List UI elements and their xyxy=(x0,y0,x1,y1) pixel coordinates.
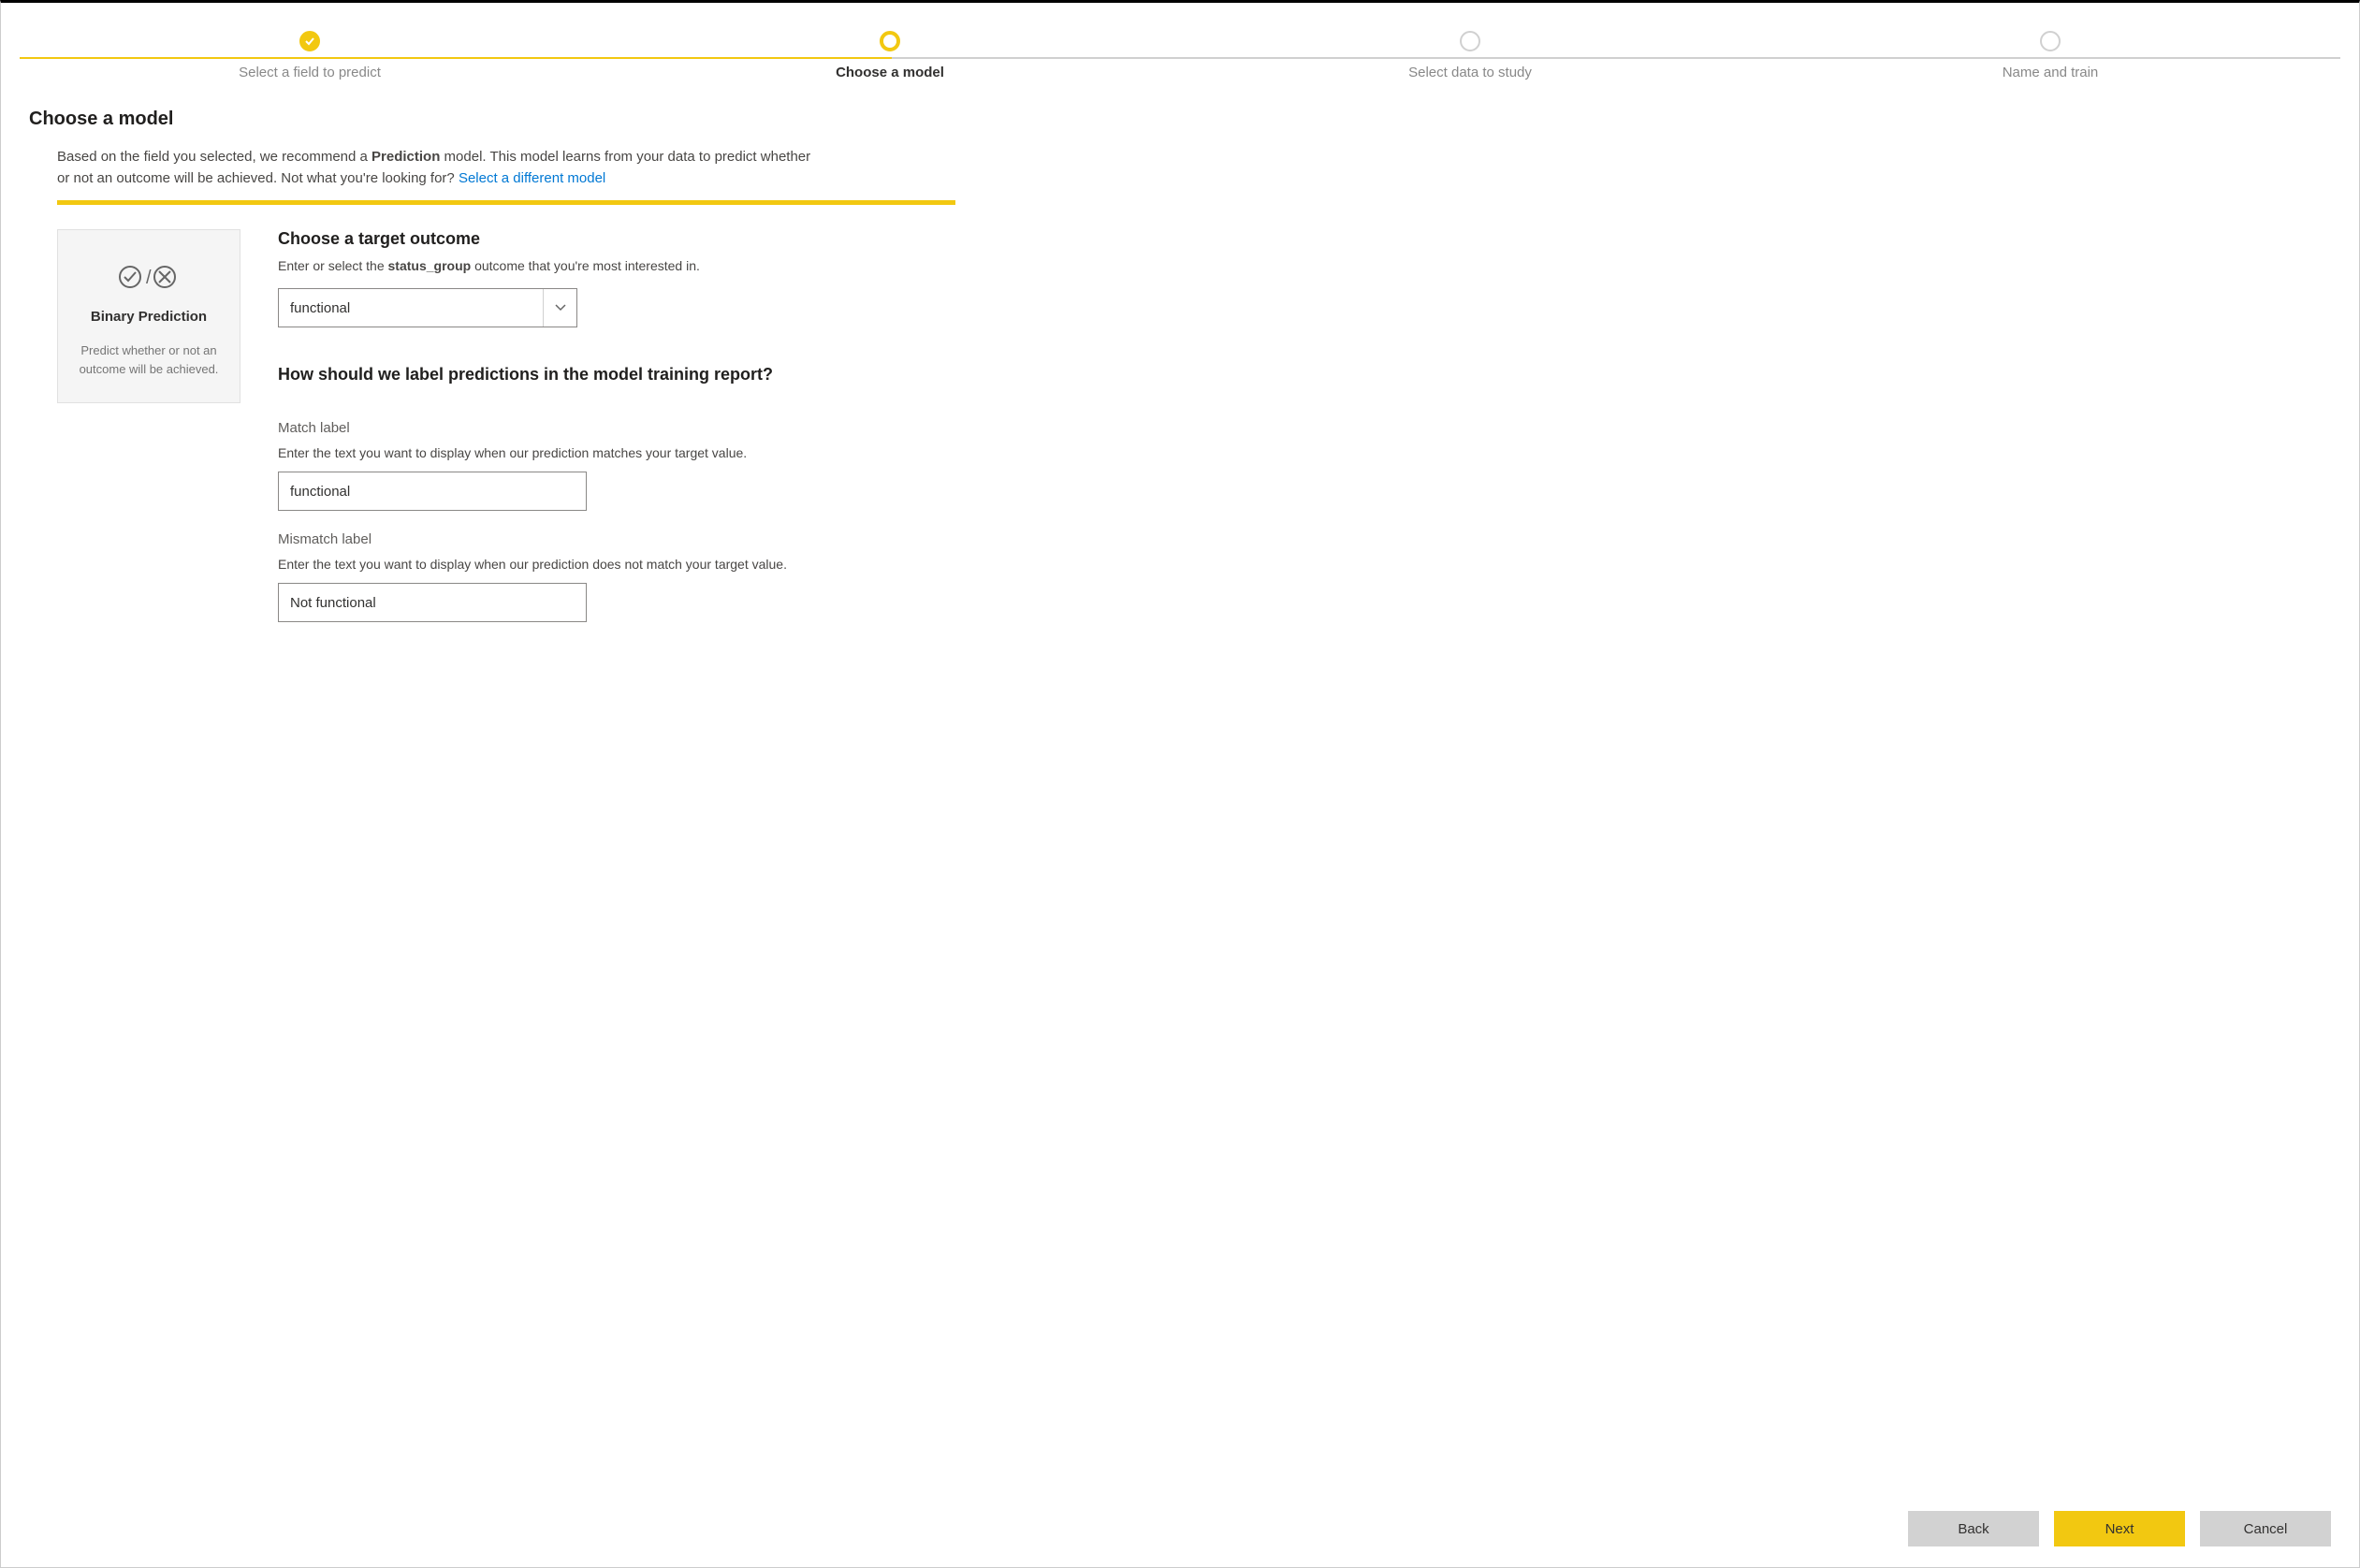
step-3[interactable]: Select data to study xyxy=(1180,31,1760,80)
accent-bar xyxy=(57,200,955,205)
checkmark-icon xyxy=(304,36,315,47)
step-circle-upcoming xyxy=(2040,31,2061,51)
stepper: Select a field to predict Choose a model… xyxy=(1,3,2359,90)
cancel-button[interactable]: Cancel xyxy=(2200,1511,2331,1546)
target-sub-prefix: Enter or select the xyxy=(278,258,388,273)
back-button[interactable]: Back xyxy=(1908,1511,2039,1546)
svg-text:/: / xyxy=(146,268,152,288)
binary-prediction-icon: / xyxy=(71,258,226,296)
match-label-input[interactable] xyxy=(278,472,587,511)
desc-bold: Prediction xyxy=(371,149,440,165)
target-outcome-heading: Choose a target outcome xyxy=(278,229,933,249)
main-grid: / Binary Prediction Predict whether or n… xyxy=(57,229,2331,622)
model-card-binary-prediction[interactable]: / Binary Prediction Predict whether or n… xyxy=(57,229,240,403)
match-label-title: Match label xyxy=(278,420,933,436)
mismatch-label-input[interactable] xyxy=(278,583,587,622)
page-title: Choose a model xyxy=(29,109,2331,130)
target-sub-suffix: outcome that you're most interested in. xyxy=(471,258,700,273)
model-card-description: Predict whether or not an outcome will b… xyxy=(71,341,226,378)
wizard-dialog: Select a field to predict Choose a model… xyxy=(0,0,2360,1568)
label-predictions-heading: How should we label predictions in the m… xyxy=(278,365,933,385)
form-section: Choose a target outcome Enter or select … xyxy=(278,229,933,622)
content-area: Choose a model Based on the field you se… xyxy=(1,90,2359,1494)
model-card-title: Binary Prediction xyxy=(71,309,226,325)
step-circle-upcoming xyxy=(1460,31,1480,51)
chevron-down-icon xyxy=(543,289,576,327)
footer-buttons: Back Next Cancel xyxy=(1,1494,2359,1567)
step-2[interactable]: Choose a model xyxy=(600,31,1180,80)
step-label: Select data to study xyxy=(1408,65,1532,80)
mismatch-label-help: Enter the text you want to display when … xyxy=(278,557,933,572)
desc-prefix: Based on the field you selected, we reco… xyxy=(57,149,371,165)
step-1[interactable]: Select a field to predict xyxy=(20,31,600,80)
next-button[interactable]: Next xyxy=(2054,1511,2185,1546)
step-label: Name and train xyxy=(2003,65,2099,80)
match-label-help: Enter the text you want to display when … xyxy=(278,445,933,460)
step-circle-current xyxy=(880,31,900,51)
target-sub-bold: status_group xyxy=(388,258,472,273)
page-description: Based on the field you selected, we reco… xyxy=(57,147,824,189)
mismatch-label-title: Mismatch label xyxy=(278,531,933,547)
select-different-model-link[interactable]: Select a different model xyxy=(459,170,605,186)
step-circle-completed xyxy=(299,31,320,51)
dropdown-value: functional xyxy=(279,300,543,316)
step-4[interactable]: Name and train xyxy=(1760,31,2340,80)
target-outcome-sub: Enter or select the status_group outcome… xyxy=(278,258,933,273)
step-label: Choose a model xyxy=(836,65,944,80)
step-label: Select a field to predict xyxy=(239,65,381,80)
target-outcome-dropdown[interactable]: functional xyxy=(278,288,577,327)
